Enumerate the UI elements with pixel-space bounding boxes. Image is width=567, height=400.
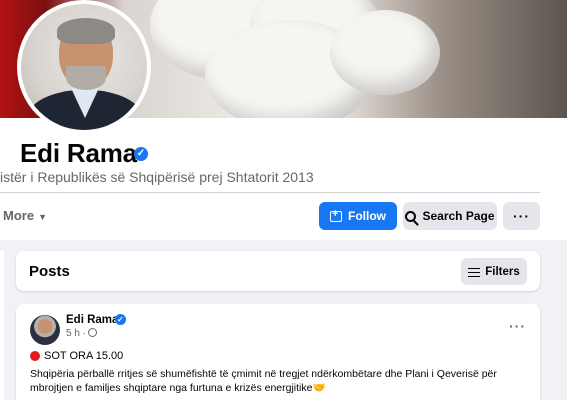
post-avatar[interactable] [30,315,60,345]
post-body-text: Shqipëria përballë rritjes së shumëfisht… [30,368,497,394]
verified-badge-icon: ✓ [115,314,126,325]
more-options-button[interactable]: ··· [503,202,540,230]
post-headline-text: SOT ORA 15.00 [44,350,124,362]
profile-subtitle: istër i Republikës së Shqipërisë prej Sh… [0,169,314,185]
more-dots-icon: ··· [513,208,530,224]
post-time-text: 5 h · [66,328,87,339]
tab-more-label: More [3,208,35,223]
globe-icon [88,328,98,337]
follow-button[interactable]: Follow [319,202,397,230]
search-page-button[interactable]: Search Page [403,202,497,230]
post-timestamp[interactable]: 5 h · [66,328,98,339]
filters-button[interactable]: Filters [461,258,527,285]
post-headline: SOT ORA 15.00 [30,350,123,362]
posts-title: Posts [29,263,70,280]
avatar-photo [21,4,147,130]
post-card: Edi Rama ✓ 5 h · ··· SOT ORA 15.00 Shqip… [16,304,540,400]
red-circle-icon [30,351,40,361]
profile-name: Edi Rama [20,138,137,168]
left-panel-edge [0,251,4,400]
search-icon [405,210,417,222]
filters-label: Filters [485,265,520,278]
post-options-button[interactable]: ··· [509,318,526,334]
follow-icon [330,208,342,222]
profile-avatar[interactable] [17,0,151,134]
tab-more[interactable]: More ▼ [3,208,47,223]
posts-header-card: Posts Filters [16,251,540,291]
search-page-label: Search Page [422,209,495,223]
post-author[interactable]: Edi Rama [66,314,118,326]
filter-icon [468,267,481,278]
chevron-down-icon: ▼ [38,212,47,222]
header-divider [0,192,540,193]
follow-button-label: Follow [348,209,386,223]
verified-badge-icon: ✓ [134,147,148,161]
